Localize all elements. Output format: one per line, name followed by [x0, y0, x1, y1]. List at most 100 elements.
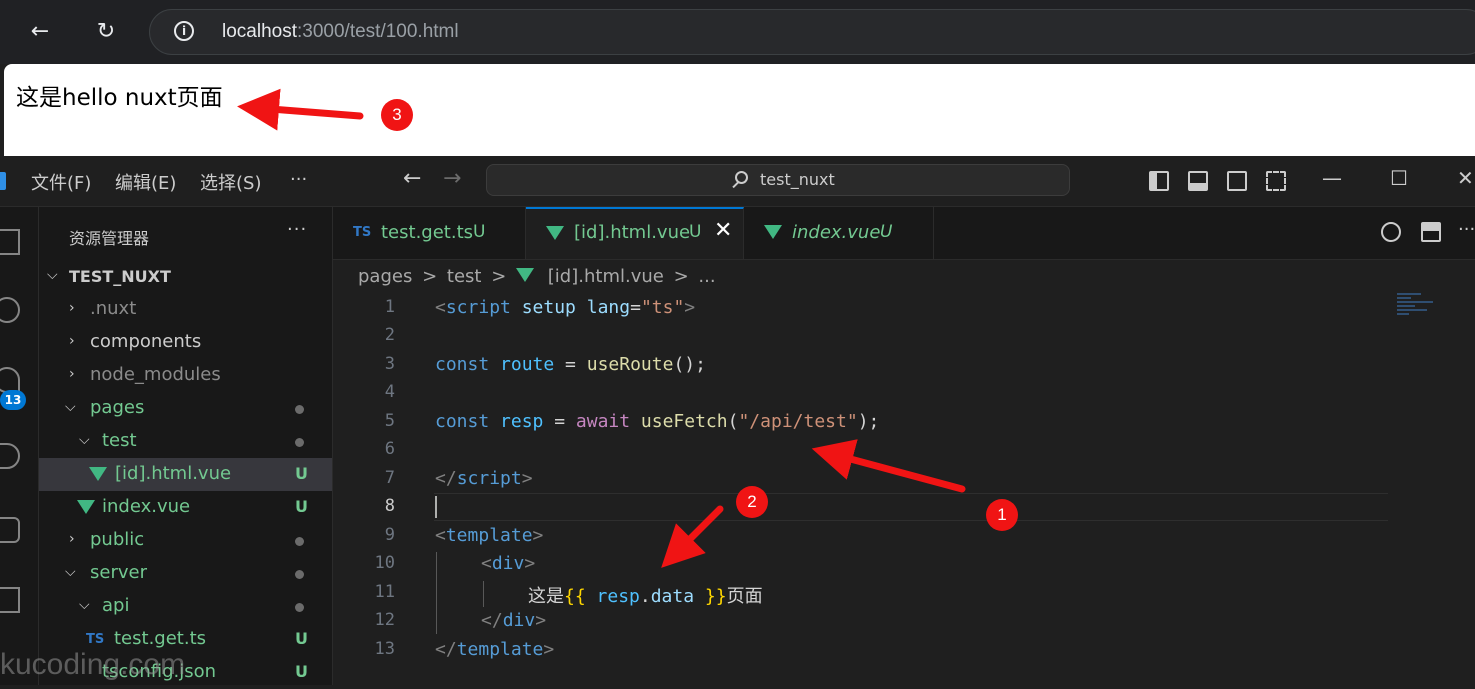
token: div: [491, 553, 525, 574]
untracked-badge: U: [295, 629, 308, 648]
breadcrumb-file[interactable]: [id].html.vue: [548, 266, 664, 287]
nav-forward-icon[interactable]: →: [443, 166, 461, 191]
token: </: [435, 639, 457, 660]
code-line: 6: [333, 436, 1393, 464]
token: template: [456, 639, 544, 660]
line-number: 5: [384, 411, 395, 431]
minimize-icon[interactable]: —: [1322, 166, 1342, 190]
remote-explorer-icon[interactable]: [0, 517, 20, 543]
vscode-window: 文件(F) 编辑(E) 选择(S) ··· ← → test_nuxt — ☐ …: [0, 156, 1475, 685]
back-arrow-icon[interactable]: ←: [22, 14, 58, 50]
tree-item-label: test.get.ts: [114, 628, 207, 649]
toggle-primary-sidebar-icon[interactable]: [1149, 171, 1169, 191]
search-icon: [735, 171, 748, 184]
extensions-icon[interactable]: [0, 587, 20, 613]
reload-icon[interactable]: ↻: [88, 14, 124, 50]
tree-item-nuxt[interactable]: › .nuxt: [39, 293, 332, 326]
menu-selection[interactable]: 选择(S): [200, 169, 261, 195]
token: useRoute: [586, 354, 674, 375]
breadcrumb-separator: >: [491, 266, 507, 287]
code-text: <template>: [435, 525, 543, 546]
page-text: 这是hello nuxt页面: [16, 85, 223, 111]
token: );: [857, 411, 880, 432]
token: script: [445, 297, 511, 318]
explorer-icon[interactable]: [0, 229, 20, 255]
editor-more-icon[interactable]: ···: [1458, 219, 1475, 240]
customize-layout-icon[interactable]: [1266, 171, 1286, 191]
minimap[interactable]: [1397, 293, 1445, 323]
menu-edit[interactable]: 编辑(E): [115, 169, 176, 195]
modified-dot: [295, 537, 304, 546]
address-bar[interactable]: i localhost:3000/test/100.html: [149, 9, 1475, 55]
code-line: 13 </template>: [333, 636, 1393, 664]
vue-file-icon: [89, 467, 107, 481]
tree-item-index-vue[interactable]: index.vue U: [39, 491, 332, 524]
code-line: 10 <div>: [333, 550, 1393, 578]
untracked-badge: U: [295, 464, 308, 483]
menu-file[interactable]: 文件(F): [31, 169, 91, 195]
code-line: 12 </div>: [333, 607, 1393, 635]
breadcrumb-symbol[interactable]: ...: [698, 266, 715, 287]
chevron-right-icon: ›: [69, 333, 75, 349]
chevron-down-icon: ⌵: [79, 432, 90, 448]
close-window-icon[interactable]: ✕: [1457, 166, 1474, 190]
breadcrumb-pages[interactable]: pages: [358, 266, 412, 287]
token: resp: [585, 586, 640, 607]
vue-file-icon: [77, 500, 95, 514]
token: >: [521, 468, 533, 489]
breadcrumb-test[interactable]: test: [447, 266, 482, 287]
web-page-content: 这是hello nuxt页面: [4, 64, 1475, 156]
code-line: 1 <script setup lang="ts">: [333, 294, 1393, 322]
tree-item-label: api: [102, 595, 130, 616]
explorer-sidebar: 资源管理器 ··· ⌵ TEST_NUXT › .nuxt › componen…: [39, 207, 333, 685]
code-editor[interactable]: 1 <script setup lang="ts"> 2 3 const rou…: [333, 294, 1475, 685]
tab-id-html-vue[interactable]: [id].html.vue U ✕: [526, 207, 744, 259]
chevron-down-icon: ⌵: [47, 267, 58, 283]
tree-item-label: .nuxt: [90, 298, 137, 319]
token: 页面: [726, 586, 763, 607]
tree-item-test[interactable]: ⌵ test: [39, 425, 332, 458]
tab-status: U: [473, 222, 486, 242]
close-tab-icon[interactable]: ✕: [714, 218, 732, 243]
tree-item-components[interactable]: › components: [39, 326, 332, 359]
token: 这是: [528, 586, 564, 607]
toggle-secondary-sidebar-icon[interactable]: [1227, 171, 1247, 191]
tab-test-get-ts[interactable]: TS test.get.ts U: [333, 207, 526, 259]
url-text[interactable]: localhost:3000/test/100.html: [222, 21, 459, 43]
toggle-panel-icon[interactable]: [1188, 171, 1208, 191]
token: data: [650, 586, 695, 607]
tree-item-id-html-vue[interactable]: [id].html.vue U: [39, 458, 332, 491]
modified-dot: [295, 405, 304, 414]
token: const: [435, 354, 490, 375]
menu-more[interactable]: ···: [290, 169, 307, 190]
token: }}: [694, 586, 727, 607]
chevron-down-icon: ⌵: [79, 597, 90, 613]
token: =: [543, 411, 576, 432]
explorer-more-icon[interactable]: ···: [287, 219, 307, 240]
tab-index-vue[interactable]: index.vue U: [744, 207, 934, 259]
breadcrumb: pages > test > [id].html.vue > ...: [358, 266, 720, 287]
nav-back-icon[interactable]: ←: [403, 166, 421, 191]
line-number: 10: [374, 553, 395, 573]
info-icon[interactable]: i: [174, 21, 194, 41]
untracked-badge: U: [295, 662, 308, 681]
split-editor-icon[interactable]: [1421, 222, 1441, 242]
chevron-right-icon: ›: [69, 531, 75, 547]
tree-item-pages[interactable]: ⌵ pages: [39, 392, 332, 425]
compare-changes-icon[interactable]: [1381, 222, 1401, 242]
token: <: [435, 297, 446, 318]
command-center[interactable]: test_nuxt: [486, 164, 1070, 196]
maximize-icon[interactable]: ☐: [1390, 166, 1408, 190]
tree-item-api[interactable]: ⌵ api: [39, 590, 332, 623]
search-view-icon[interactable]: [0, 297, 20, 323]
code-text: </div>: [481, 610, 546, 631]
tree-item-server[interactable]: ⌵ server: [39, 557, 332, 590]
token: =: [554, 354, 587, 375]
tab-status: U: [880, 222, 893, 242]
run-debug-icon[interactable]: [0, 443, 20, 469]
tree-root[interactable]: ⌵ TEST_NUXT: [39, 260, 332, 293]
tree-item-public[interactable]: › public: [39, 524, 332, 557]
token: (: [727, 411, 739, 432]
tree-item-node-modules[interactable]: › node_modules: [39, 359, 332, 392]
url-host: localhost: [222, 21, 297, 42]
